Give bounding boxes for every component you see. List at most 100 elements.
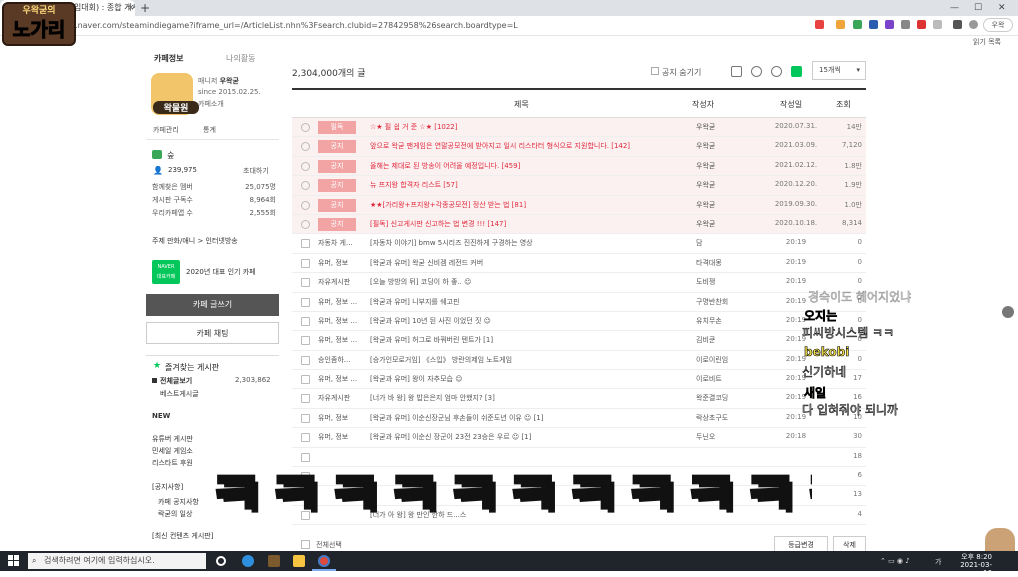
row-title-link[interactable]: 뉴 프지왕 합격자 리스트 [57]: [370, 180, 690, 190]
row-author[interactable]: 이로비트: [696, 374, 758, 384]
tab-cafe-info[interactable]: 카페정보: [154, 53, 183, 64]
table-row[interactable]: 유머, 정보 [왁굳과 유머] 왁굳 신비겜 레전드 커버 타격대몽 20:19 0: [292, 254, 866, 274]
invite-link[interactable]: 초대하기: [243, 166, 269, 176]
table-row[interactable]: 필독 ☆★ 필 쉽 거 준 ☆★ [1022] 우왁굳 2020.07.31. 14만: [292, 118, 866, 138]
extension-icon[interactable]: [836, 20, 845, 29]
row-title-link[interactable]: [필독] 신고게시판 신고하는 법 변경 !!! [147]: [370, 219, 690, 229]
row-title-link[interactable]: [왁굳과 유머] 10년 된 사진 이었던 짓 ☺: [370, 316, 690, 326]
table-row[interactable]: 공지 올해는 제대로 된 방송이 어려울 예정입니다. [459] 우왁굳 2021.…: [292, 156, 866, 177]
row-checkbox[interactable]: [301, 394, 310, 404]
row-title-link[interactable]: [자동차 이야기] bmw 5시리즈 진진하게 구경하는 영상: [370, 238, 690, 248]
table-row[interactable]: 유머, 정보 ... [왁굳과 유머] 왕이 자추모습 ☺ 이로비트 20:19 17: [292, 370, 866, 390]
card-view-icon[interactable]: [751, 66, 762, 77]
row-title-link[interactable]: [오늘 방방의 뒤] 코딩이 하 좋.. ☺: [370, 277, 690, 287]
profile-button[interactable]: 우왁: [983, 18, 1013, 32]
table-row[interactable]: 유머, 정보 [왁굳과 유머] 이순신장군님 후손들이 쉬준도년 이유 ☺ [1]…: [292, 409, 866, 429]
row-title-link[interactable]: [왁굳과 유머] 허그로 바꿔버린 텐트가 [1]: [370, 335, 690, 345]
extension-icon[interactable]: [917, 20, 926, 29]
row-category[interactable]: 유머, 정보 ...: [318, 315, 357, 328]
row-category[interactable]: 공지: [318, 198, 356, 212]
cafe-intro-link[interactable]: 카페소개: [198, 99, 224, 109]
hide-notice-label[interactable]: 공지 숨기기: [662, 67, 701, 78]
cafe-stats-link[interactable]: 통계: [203, 125, 216, 135]
row-category[interactable]: 자유게시판: [318, 392, 356, 405]
row-checkbox[interactable]: [301, 219, 310, 229]
minimize-icon[interactable]: —: [950, 0, 959, 16]
tab-my-activity[interactable]: 나의활동: [226, 53, 255, 64]
file-explorer-icon[interactable]: [293, 555, 305, 567]
list-view-icon[interactable]: [731, 66, 742, 77]
row-author[interactable]: 우왁굳: [696, 122, 758, 132]
row-author[interactable]: 락상초구도: [696, 413, 758, 423]
row-title-link[interactable]: [왁굳과 유머] 왁굳 신비겜 레전드 커버: [370, 258, 690, 268]
row-title-link[interactable]: [승가인모로거임] 《스입》 방란의제임 노트게임: [370, 355, 690, 365]
extension-icon[interactable]: [933, 20, 942, 29]
extension-icon[interactable]: [869, 20, 878, 29]
tab-close-icon[interactable]: ×: [127, 0, 135, 16]
row-author[interactable]: 우왁굳: [696, 141, 758, 151]
table-row[interactable]: 공지 뉴 프지왕 합격자 리스트 [57] 우왁굳 2020.12.20. 1.9만: [292, 176, 866, 196]
taskbar-clock[interactable]: 오후 8:20 2021-03-16: [952, 553, 992, 577]
row-checkbox[interactable]: [301, 239, 310, 249]
tray-icons[interactable]: ⌃ ▭ ◉ ♪: [880, 557, 910, 565]
row-author[interactable]: 우왁굳: [696, 180, 758, 190]
table-row[interactable]: 승인좀하... [승가인모로거임] 《스입》 방란의제임 노트게임 이로이린임 20:…: [292, 351, 866, 371]
row-author[interactable]: 김비쿤: [696, 335, 758, 345]
row-checkbox[interactable]: [301, 142, 310, 152]
row-checkbox[interactable]: [301, 355, 310, 365]
taskbar-search-input[interactable]: ⌕ 검색하려면 여기에 입력하십시오.: [28, 553, 206, 569]
write-post-button[interactable]: 카페 글쓰기: [146, 294, 279, 316]
row-category[interactable]: 유머, 정보 ...: [318, 296, 357, 309]
extension-icon[interactable]: [885, 20, 894, 29]
row-title-link[interactable]: [왁굳과 유머] 이순신장군님 후손들이 쉬준도년 이유 ☺ [1]: [370, 413, 690, 423]
row-author[interactable]: 두닌오: [696, 432, 758, 442]
board-link[interactable]: 민세일 게임소: [152, 446, 193, 456]
row-title-link[interactable]: ☆★ 필 쉽 거 준 ☆★ [1022]: [370, 122, 690, 132]
board-link[interactable]: 락굳의 일상: [158, 509, 192, 519]
cafe-admin-link[interactable]: 카페관리: [153, 125, 179, 135]
row-author[interactable]: 이로이린임: [696, 355, 758, 365]
row-author[interactable]: 우왁굳: [696, 200, 758, 210]
row-category[interactable]: 공지: [318, 179, 356, 193]
row-category[interactable]: 유머, 정보: [318, 412, 356, 425]
row-title-link[interactable]: ★★[가리왕+프지왕+각종공모전] 정산 받는 법 [81]: [370, 200, 690, 210]
extension-icon[interactable]: [853, 20, 862, 29]
all-posts-link[interactable]: 전체글보기: [160, 376, 192, 386]
row-category[interactable]: 자유게시판: [318, 276, 356, 289]
row-checkbox[interactable]: [301, 336, 310, 346]
row-checkbox[interactable]: [301, 200, 310, 210]
table-row[interactable]: 자유게시판 [오늘 방방의 뒤] 코딩이 하 좋.. ☺ 도비쟁 20:19 0: [292, 273, 866, 293]
close-window-icon[interactable]: ✕: [998, 0, 1006, 16]
members-count[interactable]: 239,975: [168, 166, 197, 174]
row-checkbox[interactable]: [301, 258, 310, 268]
row-checkbox[interactable]: [301, 123, 310, 132]
row-title-link[interactable]: [왁굳과 유머] 니부지를 쉐고핀: [370, 297, 690, 307]
table-row[interactable]: 공지 ★★[가리왕+프지왕+각종공모전] 정산 받는 법 [81] 우왁굳 2019.…: [292, 195, 866, 215]
extensions-puzzle-icon[interactable]: [953, 20, 962, 29]
row-checkbox[interactable]: [301, 375, 310, 385]
maximize-icon[interactable]: ☐: [974, 0, 982, 16]
row-checkbox[interactable]: [301, 413, 310, 423]
row-author[interactable]: 우왁굳: [696, 219, 758, 229]
row-author[interactable]: 타격대몽: [696, 258, 758, 268]
row-author[interactable]: 담: [696, 238, 758, 248]
ime-indicator[interactable]: 가: [935, 557, 941, 567]
new-tab-icon[interactable]: +: [140, 0, 150, 16]
manager-name[interactable]: 우왁굳: [220, 77, 239, 85]
url-field[interactable]: cafe.naver.com/steamindiegame?iframe_url…: [58, 19, 938, 33]
table-row[interactable]: 공지 앞으로 왁굳 팬게임은 연말공모전에 받아지고 일시 리스타터 형식으로 지…: [292, 137, 866, 157]
board-link[interactable]: 리스타트 후원: [152, 458, 193, 468]
row-checkbox[interactable]: [301, 278, 310, 288]
hide-notice-checkbox[interactable]: [651, 67, 659, 75]
row-title-link[interactable]: 앞으로 왁굳 팬게임은 연말공모전에 받아지고 일시 리스타터 형식으로 지원합…: [370, 141, 690, 151]
table-row[interactable]: 자동차 게... [자동차 이야기] bmw 5시리즈 진진하게 구경하는 영상 담…: [292, 234, 866, 254]
row-category[interactable]: 유머, 정보 ...: [318, 373, 357, 386]
chrome-icon[interactable]: [318, 555, 330, 567]
row-category[interactable]: 승인좀하...: [318, 354, 356, 367]
table-row[interactable]: 유머, 정보 ... [왁굳과 유머] 허그로 바꿔버린 텐트가 [1] 김비쿤 20…: [292, 331, 866, 351]
table-row[interactable]: 유머, 정보 ... [왁굳과 유머] 10년 된 사진 이었던 짓 ☺ 유치무손 2…: [292, 312, 866, 332]
download-icon[interactable]: [969, 20, 978, 29]
row-title-link[interactable]: [왁굳과 유머] 이순신 장군이 23전 23승은 우르 ☺ [1]: [370, 432, 690, 442]
row-category[interactable]: 공지: [318, 140, 356, 154]
table-row[interactable]: 공지 [필독] 신고게시판 신고하는 법 변경 !!! [147] 우왁굳 2020.…: [292, 214, 866, 235]
